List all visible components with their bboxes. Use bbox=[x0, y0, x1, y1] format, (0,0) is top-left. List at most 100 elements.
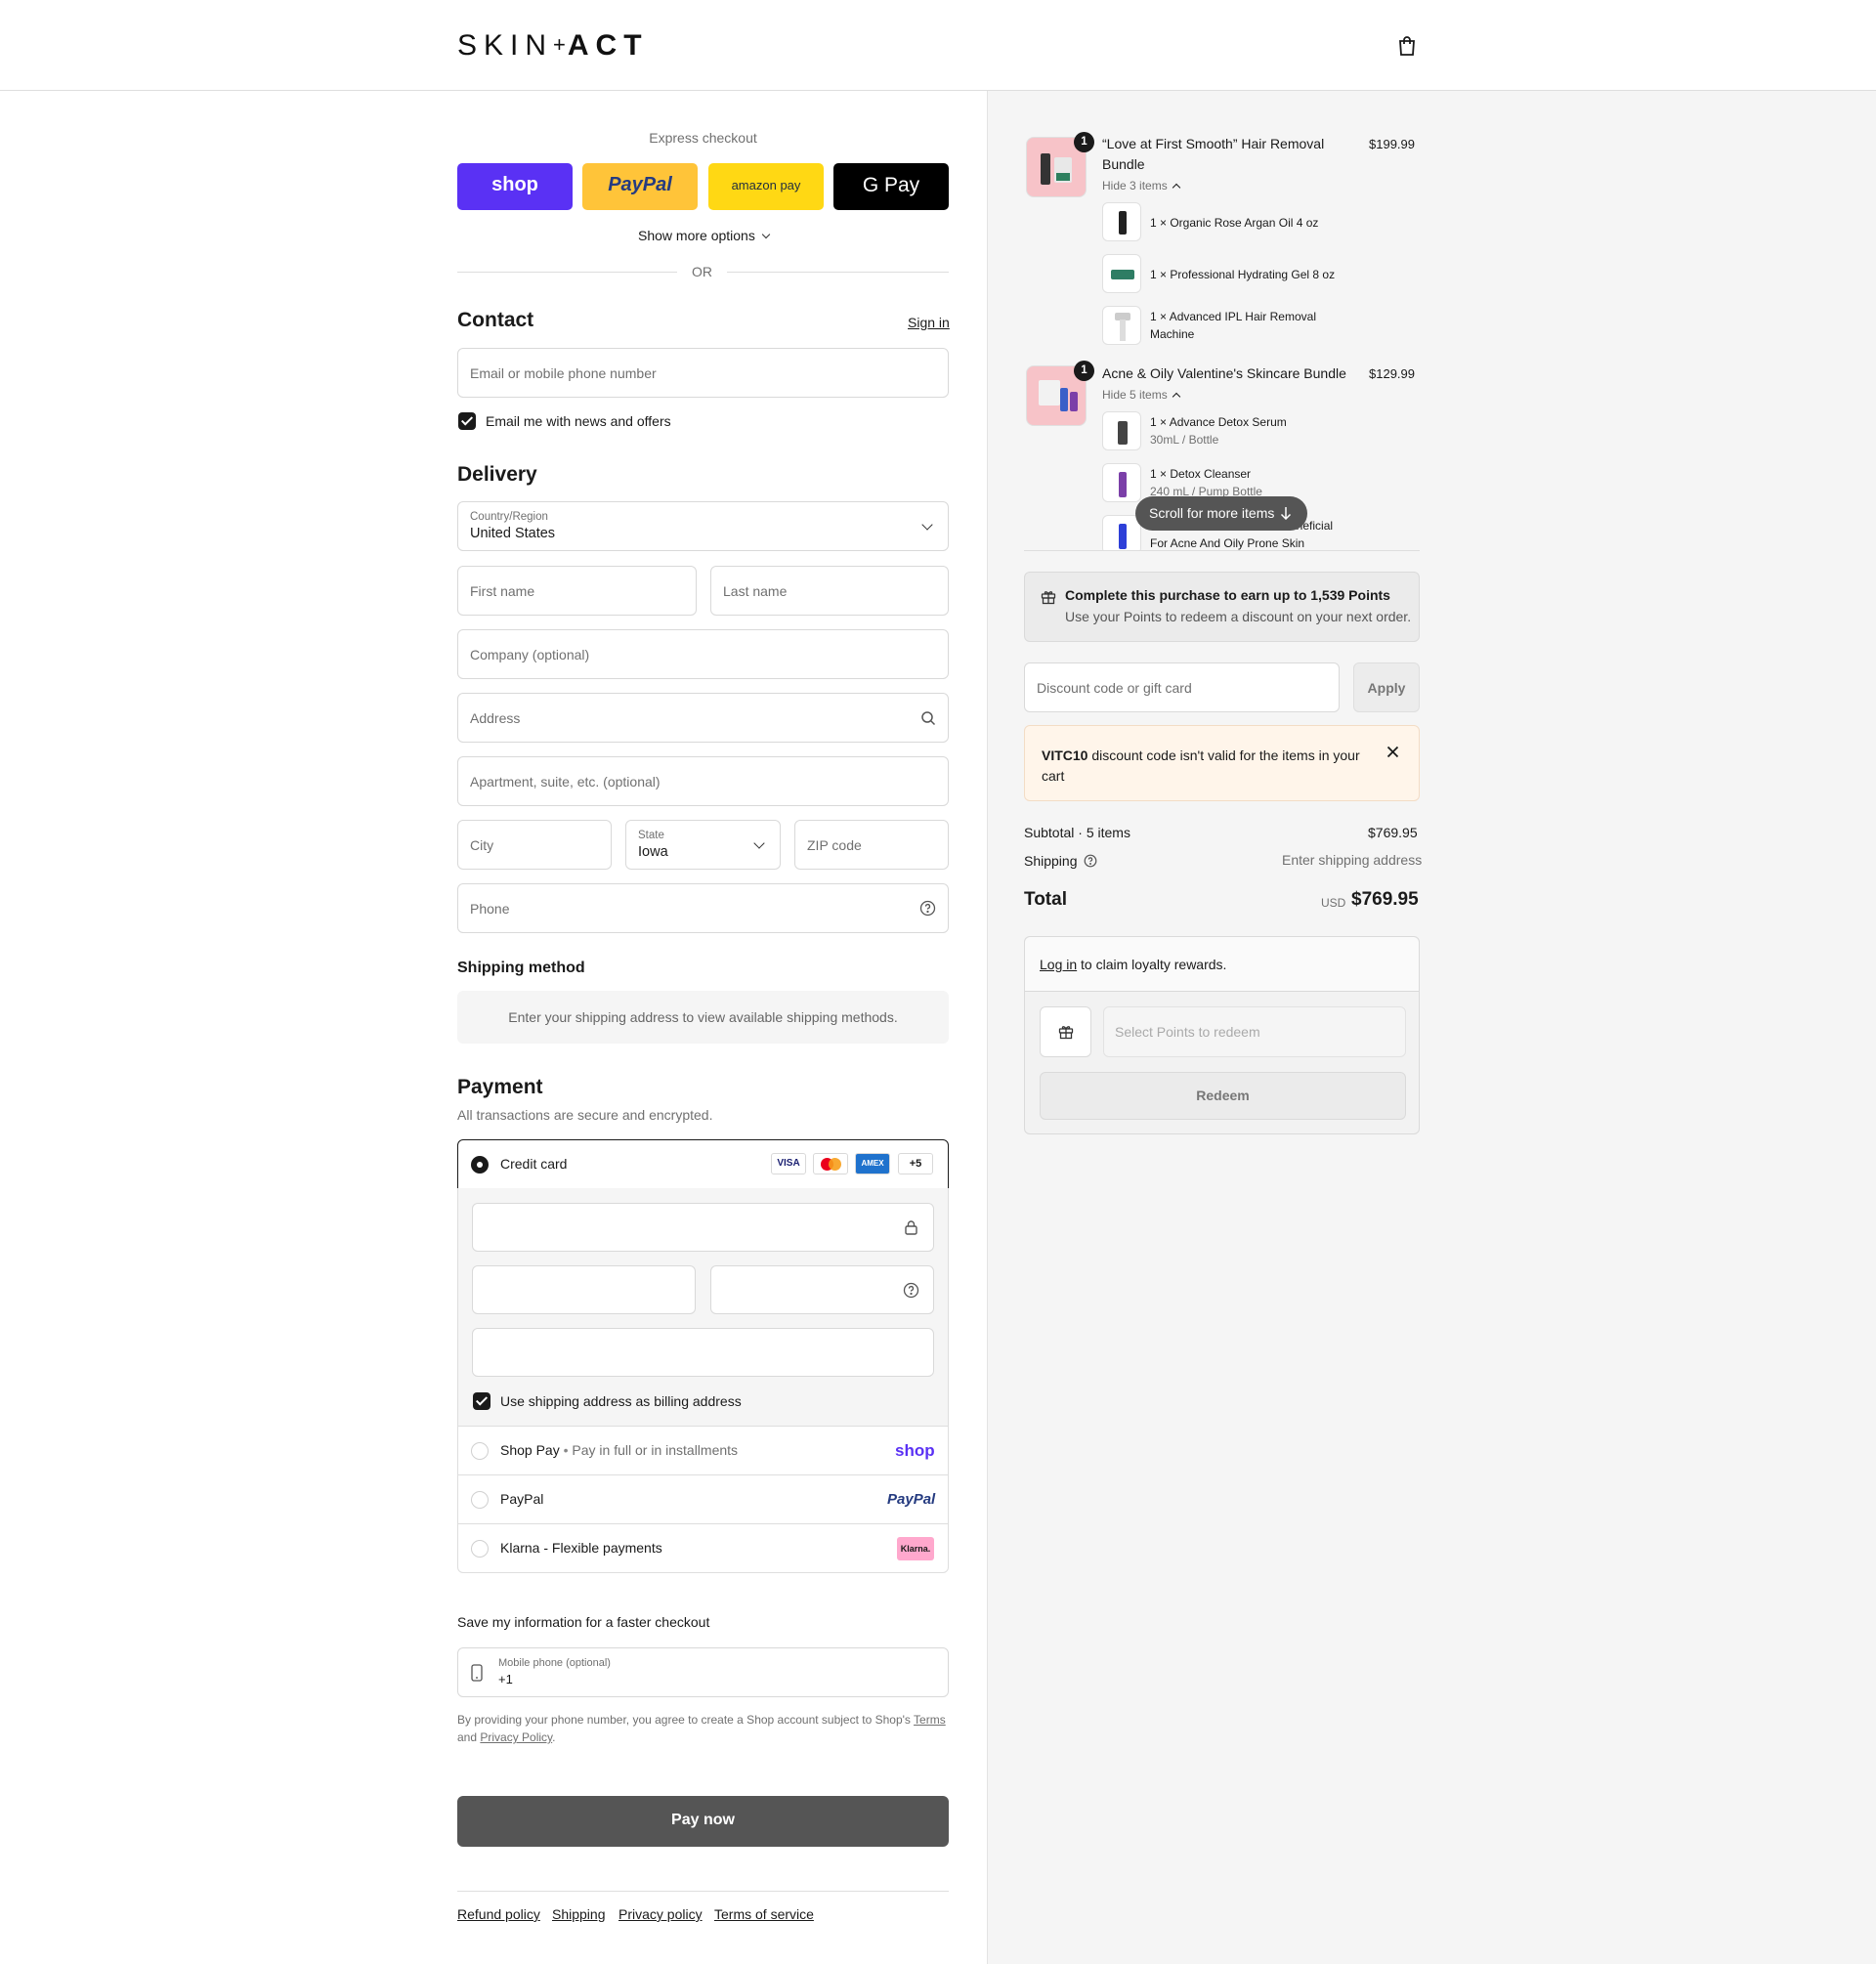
privacy-policy-link[interactable]: Privacy Policy bbox=[480, 1730, 552, 1744]
footer-divider bbox=[457, 1891, 949, 1892]
or-divider-label: OR bbox=[692, 264, 712, 279]
paypal-option[interactable]: PayPal PayPal bbox=[457, 1474, 949, 1523]
gift-icon-box bbox=[1040, 1006, 1091, 1057]
total-value: $769.95 bbox=[1351, 889, 1419, 910]
save-info-title: Save my information for a faster checkou… bbox=[457, 1614, 710, 1630]
card-number-field[interactable] bbox=[472, 1203, 934, 1252]
shopping-bag-icon[interactable] bbox=[1395, 34, 1419, 58]
shipping-policy-link[interactable]: Shipping bbox=[552, 1906, 606, 1922]
terms-of-service-link[interactable]: Terms of service bbox=[714, 1906, 814, 1922]
sub-item-thumbnail bbox=[1102, 202, 1141, 241]
expiration-date-field[interactable] bbox=[472, 1265, 696, 1314]
mobile-phone-field[interactable]: Mobile phone (optional) +1 bbox=[457, 1647, 949, 1697]
name-on-card-field[interactable] bbox=[472, 1328, 934, 1377]
apply-discount-button[interactable]: Apply bbox=[1353, 662, 1420, 712]
total-label: Total bbox=[1024, 889, 1067, 910]
credit-card-radio[interactable] bbox=[471, 1156, 489, 1174]
currency-code: USD bbox=[1321, 896, 1346, 910]
brand-logo[interactable]: SKIN+ACT bbox=[457, 29, 649, 63]
sub-item-thumbnail bbox=[1102, 515, 1141, 550]
amazon-pay-express-button[interactable]: amazon pay bbox=[708, 163, 824, 210]
payment-subtitle: All transactions are secure and encrypte… bbox=[457, 1107, 713, 1123]
phone-field[interactable]: Phone bbox=[457, 883, 949, 933]
chevron-up-icon bbox=[1172, 183, 1180, 192]
mastercard-icon bbox=[813, 1153, 848, 1174]
security-code-field[interactable] bbox=[710, 1265, 934, 1314]
klarna-radio[interactable] bbox=[471, 1540, 489, 1558]
subtotal-label: Subtotal · 5 items bbox=[1024, 825, 1130, 840]
payment-title: Payment bbox=[457, 1076, 543, 1098]
state-select[interactable]: State Iowa bbox=[625, 820, 781, 870]
hide-items-toggle[interactable]: Hide 3 items bbox=[1102, 179, 1180, 192]
express-checkout-title: Express checkout bbox=[649, 130, 757, 146]
apartment-field[interactable]: Apartment, suite, etc. (optional) bbox=[457, 756, 949, 806]
quantity-badge: 1 bbox=[1074, 132, 1094, 152]
shipping-value: Enter shipping address bbox=[1282, 852, 1423, 868]
cart-item-price: $199.99 bbox=[1369, 137, 1415, 151]
cart-divider bbox=[1024, 550, 1420, 551]
newsletter-checkbox[interactable] bbox=[458, 412, 476, 430]
zip-code-field[interactable]: ZIP code bbox=[794, 820, 949, 870]
paypal-radio[interactable] bbox=[471, 1491, 489, 1509]
gift-icon bbox=[1041, 591, 1056, 605]
lock-icon bbox=[905, 1220, 917, 1235]
klarna-logo: Klarna. bbox=[897, 1537, 934, 1560]
chevron-down-icon bbox=[753, 837, 765, 849]
points-banner: Complete this purchase to earn up to 1,5… bbox=[1024, 572, 1420, 642]
shop-pay-logo: shop bbox=[895, 1441, 935, 1460]
newsletter-label: Email me with news and offers bbox=[486, 413, 671, 429]
mobile-phone-icon bbox=[471, 1664, 483, 1682]
scroll-for-more-button[interactable]: Scroll for more items bbox=[1135, 496, 1307, 531]
shop-disclaimer: By providing your phone number, you agre… bbox=[457, 1713, 946, 1744]
help-icon[interactable] bbox=[903, 1282, 919, 1299]
discount-code-field[interactable]: Discount code or gift card bbox=[1024, 662, 1340, 712]
shop-pay-express-button[interactable]: shop bbox=[457, 163, 573, 210]
sub-item-thumbnail bbox=[1102, 254, 1141, 293]
hide-items-toggle[interactable]: Hide 5 items bbox=[1102, 388, 1180, 402]
more-cards-badge: +5 bbox=[898, 1153, 933, 1174]
cart-items-list[interactable]: 1 “Love at First Smooth” Hair Removal Bu… bbox=[1024, 127, 1420, 550]
company-field[interactable]: Company (optional) bbox=[457, 629, 949, 679]
help-icon[interactable] bbox=[1084, 854, 1097, 868]
shop-pay-option[interactable]: Shop Pay • Pay in full or in installment… bbox=[457, 1426, 949, 1474]
quantity-badge: 1 bbox=[1074, 361, 1094, 381]
loyalty-widget: Log in to claim loyalty rewards. Select … bbox=[1024, 936, 1420, 1134]
divider-left bbox=[457, 272, 677, 273]
paypal-express-button[interactable]: PayPal bbox=[582, 163, 698, 210]
shop-pay-radio[interactable] bbox=[471, 1442, 489, 1460]
pay-now-button[interactable]: Pay now bbox=[457, 1796, 949, 1847]
site-header: SKIN+ACT bbox=[0, 0, 1876, 91]
help-icon[interactable] bbox=[919, 900, 936, 917]
sub-item-thumbnail bbox=[1102, 463, 1141, 502]
email-field[interactable]: Email or mobile phone number bbox=[457, 348, 949, 398]
select-points-dropdown[interactable]: Select Points to redeem bbox=[1103, 1006, 1406, 1057]
discount-error-banner: VITC10 discount code isn't valid for the… bbox=[1024, 725, 1420, 801]
arrow-down-icon bbox=[1280, 507, 1292, 520]
first-name-field[interactable]: First name bbox=[457, 566, 697, 616]
amex-icon: AMEX bbox=[855, 1153, 890, 1174]
chevron-down-icon bbox=[921, 519, 933, 531]
chevron-down-icon bbox=[761, 230, 770, 239]
sign-in-link[interactable]: Sign in bbox=[908, 315, 950, 330]
sub-item-thumbnail bbox=[1102, 306, 1141, 345]
address-field[interactable]: Address bbox=[457, 693, 949, 743]
terms-link[interactable]: Terms bbox=[914, 1713, 946, 1727]
cart-item-name: “Love at First Smooth” Hair Removal bbox=[1102, 136, 1325, 151]
log-in-link[interactable]: Log in bbox=[1040, 957, 1077, 972]
shipping-label: Shipping bbox=[1024, 852, 1097, 869]
redeem-button[interactable]: Redeem bbox=[1040, 1072, 1406, 1120]
gift-icon bbox=[1058, 1026, 1074, 1040]
close-icon[interactable] bbox=[1386, 746, 1399, 758]
refund-policy-link[interactable]: Refund policy bbox=[457, 1906, 540, 1922]
subtotal-value: $769.95 bbox=[1368, 825, 1418, 840]
google-pay-express-button[interactable]: G Pay bbox=[833, 163, 949, 210]
billing-same-checkbox[interactable] bbox=[473, 1392, 490, 1410]
city-field[interactable]: City bbox=[457, 820, 612, 870]
show-more-options-link[interactable]: Show more options bbox=[638, 228, 770, 243]
privacy-policy-footer-link[interactable]: Privacy policy bbox=[618, 1906, 703, 1922]
cart-item-name: Acne & Oily Valentine's Skincare Bundle bbox=[1102, 365, 1346, 381]
shipping-method-notice: Enter your shipping address to view avai… bbox=[457, 991, 949, 1044]
last-name-field[interactable]: Last name bbox=[710, 566, 949, 616]
klarna-option[interactable]: Klarna - Flexible payments Klarna. bbox=[457, 1523, 949, 1573]
country-select[interactable]: Country/Region United States bbox=[457, 501, 949, 551]
